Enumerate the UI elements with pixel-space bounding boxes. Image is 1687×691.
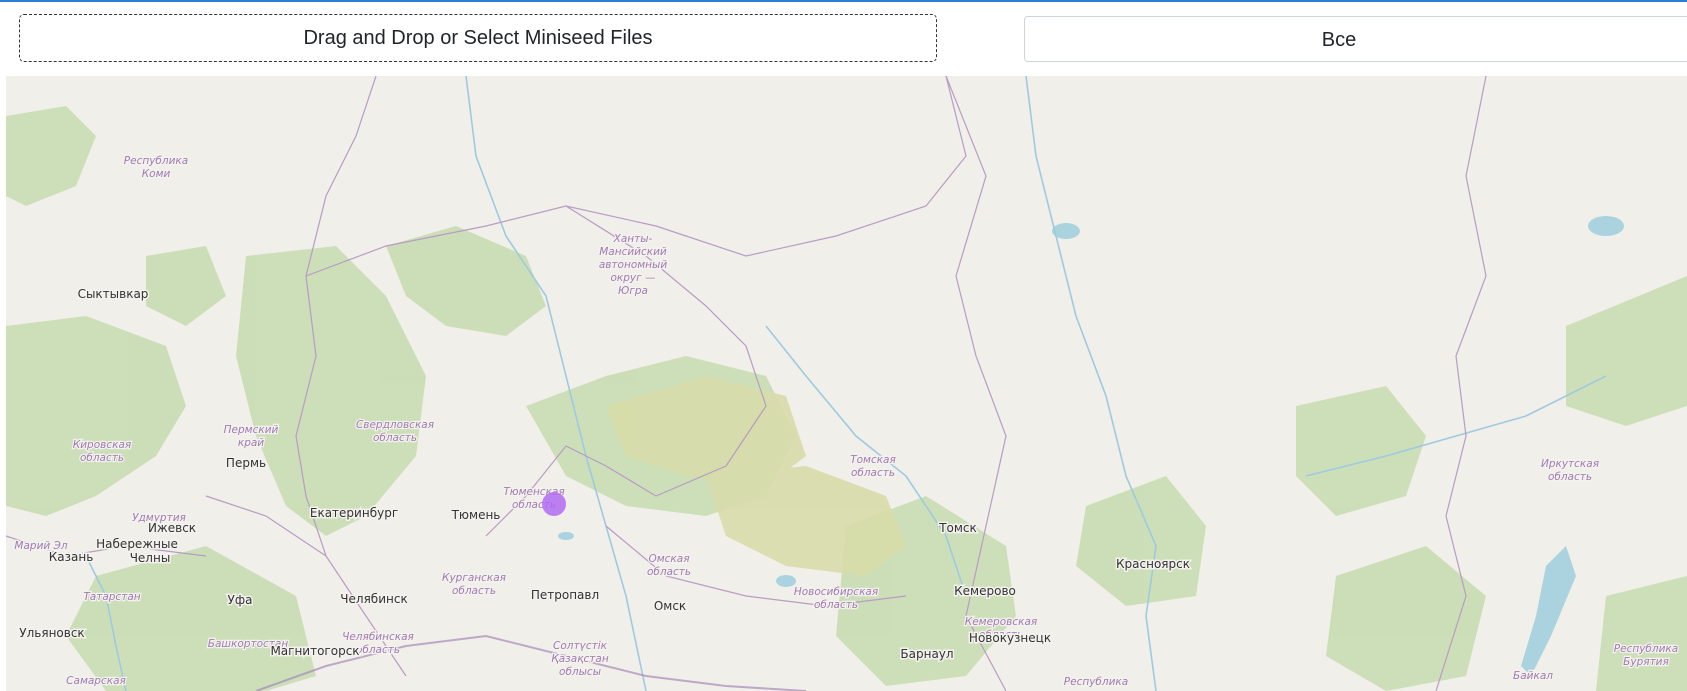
city-label-chelyabinsk: Челябинск [340,592,407,606]
region-label-khmao: автономный [599,259,668,271]
city-label-ufa: Уфа [228,593,253,607]
upload-label: Drag and Drop or Select Miniseed Files [303,26,653,49]
filter-selected-value: Все [1321,29,1357,51]
region-label-novosibirsk: область [814,599,858,611]
region-label-khmao: Ханты- [613,233,653,245]
region-label-komi: Коми [142,168,171,180]
city-label-ulyanovsk: Ульяновск [19,626,84,640]
region-label-khmao: округ — [611,272,656,284]
city-label-tomsk: Томск [938,521,977,535]
region-label-kurgan: Курганская [442,572,506,584]
city-label-omsk: Омск [654,599,686,613]
region-label-north-kazakhstan: Қазақстан [551,653,609,665]
city-label-kazan: Казань [49,550,94,564]
city-label-krasnoyarsk: Красноярск [1116,557,1190,571]
region-label-omsk: область [647,566,691,578]
map-view[interactable]: Республика Коми Ханты- Мансийский автоно… [6,76,1687,691]
city-label-barnaul: Барнаул [900,647,953,661]
region-label-north-kazakhstan: Солтүстік [553,640,608,652]
region-label-perm-krai: Пермский [224,424,279,436]
city-label-naberezhnye-chelny: Челны [130,551,171,565]
region-label-perm-krai: край [238,437,264,449]
city-label-tyumen: Тюмень [451,508,501,522]
city-label-izhevsk: Ижевск [148,521,196,535]
region-label-sverdlovsk: Свердловская [356,419,434,431]
city-label-novokuznetsk: Новокузнецк [969,631,1051,645]
region-label-buryatia: Республика [1614,643,1678,655]
map-canvas: Республика Коми Ханты- Мансийский автоно… [6,76,1687,691]
region-label-tomsk: Томская [850,454,896,466]
region-label-north-kazakhstan: облысы [559,666,601,678]
station-filter-select[interactable]: Все [1024,16,1687,62]
station-marker[interactable] [542,492,566,516]
region-label-kirov: Кировская [73,439,131,451]
city-label-petropavl: Петропавл [531,588,599,602]
region-label-tomsk: область [851,467,895,479]
region-label-kemerovo: Кемеровская [965,616,1037,628]
region-label-kirov: область [80,452,124,464]
region-label-chelyabinsk: Челябинская [342,631,414,643]
city-label-magnitogorsk: Магнитогорск [270,644,359,658]
region-label-buryatia: Бурятия [1623,656,1669,668]
region-label-samara: Самарская [66,675,126,687]
region-label-novosibirsk: Новосибирская [794,586,878,598]
city-label-kemerovo: Кемерово [954,584,1016,598]
region-label-khmao: Мансийский [599,246,667,258]
city-label-perm: Пермь [226,456,266,470]
region-label-khmao: Югра [618,285,648,297]
region-label-sverdlovsk: область [373,432,417,444]
city-label-naberezhnye-chelny: Набережные [96,537,178,551]
region-label-omsk: Омская [648,553,689,565]
region-label-tatarstan: Татарстан [83,591,140,603]
lake-label-baikal: Байкал [1513,670,1553,682]
upload-dropzone[interactable]: Drag and Drop or Select Miniseed Files [19,14,937,62]
region-label-kurgan: область [452,585,496,597]
region-label-komi: Республика [124,155,188,167]
region-label-altai: Республика [1064,676,1128,688]
city-label-yekaterinburg: Екатеринбург [310,506,398,520]
region-label-irkutsk: область [1548,471,1592,483]
top-accent-line [0,0,1687,2]
region-label-irkutsk: Иркутская [1541,458,1599,470]
city-label-syktyvkar: Сыктывкар [78,287,149,301]
region-label-chelyabinsk: область [356,644,400,656]
